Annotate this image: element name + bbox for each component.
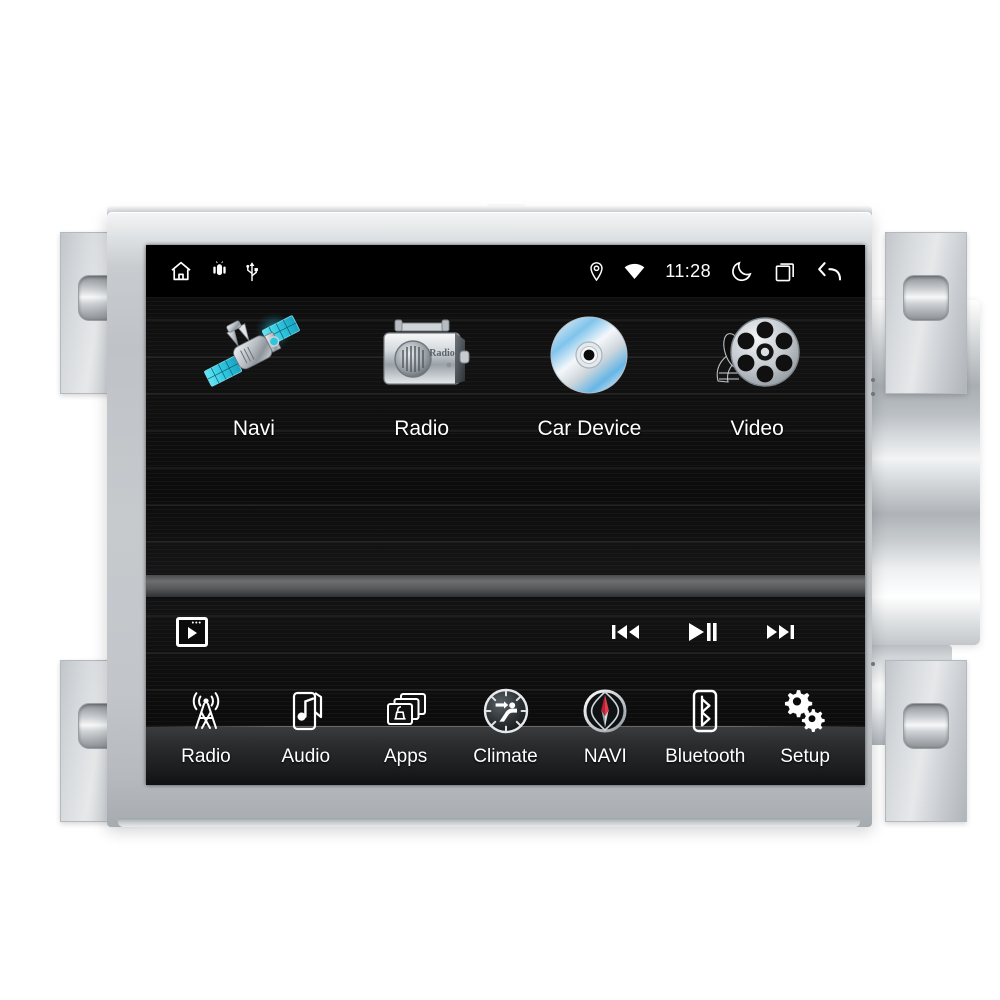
radio-tower-icon xyxy=(183,682,229,740)
back-arrow-icon[interactable] xyxy=(817,259,843,283)
dock-item-apps[interactable]: Apps xyxy=(356,682,456,768)
dock-item-navi[interactable]: NAVI xyxy=(555,682,655,768)
stacked-cards-icon xyxy=(382,682,430,740)
film-reel-icon xyxy=(705,307,809,403)
bottom-dock: Radio Audio Apps Climate NAVI Bluetooth … xyxy=(146,665,865,785)
dock-item-audio[interactable]: Audio xyxy=(256,682,356,768)
app-tile-radio[interactable]: Radio Radio xyxy=(347,307,497,441)
bezel-screw xyxy=(871,378,875,382)
app-tile-video[interactable]: Video xyxy=(682,307,832,441)
bezel-screw xyxy=(871,662,875,666)
radio-receiver-icon: Radio xyxy=(369,307,475,403)
bracket-hole-icon xyxy=(903,703,949,749)
moon-icon[interactable] xyxy=(731,259,754,283)
android-icon xyxy=(212,261,227,281)
media-bar: ••• xyxy=(146,575,865,667)
media-transport-controls xyxy=(611,620,835,644)
bezel-bottom-lip xyxy=(118,818,860,827)
dock-item-radio[interactable]: Radio xyxy=(156,682,256,768)
app-label: Car Device xyxy=(537,417,642,440)
app-tile-car-device[interactable]: Car Device xyxy=(514,307,664,441)
previous-track-button[interactable] xyxy=(611,621,641,643)
status-bar: 11:28 xyxy=(146,245,865,297)
mounting-bracket-bottom-right xyxy=(885,660,967,822)
wifi-icon xyxy=(624,263,645,280)
usb-icon xyxy=(245,261,259,282)
mounting-bracket-top-right xyxy=(885,232,967,394)
satellite-icon xyxy=(200,307,308,403)
phone-music-note-icon xyxy=(284,682,328,740)
compass-icon xyxy=(582,682,628,740)
next-track-button[interactable] xyxy=(765,621,795,643)
dock-item-climate[interactable]: Climate xyxy=(456,682,556,768)
dock-label: Audio xyxy=(281,746,331,767)
product-photo-stage: 11:28 Navi Radio Radio Car Device Video … xyxy=(0,0,1000,1000)
app-tile-navi[interactable]: Navi xyxy=(179,307,329,441)
recents-icon[interactable] xyxy=(774,260,797,283)
app-label: Navi xyxy=(232,417,275,440)
dock-label: Climate xyxy=(473,746,538,767)
touchscreen-display[interactable]: 11:28 Navi Radio Radio Car Device Video … xyxy=(146,245,865,785)
app-label: Radio xyxy=(394,417,450,440)
bluetooth-icon xyxy=(688,682,722,740)
bracket-hole-icon xyxy=(903,275,949,321)
cd-disc-icon xyxy=(540,307,638,403)
app-grid: Navi Radio Radio Car Device Video xyxy=(146,307,865,441)
dock-item-setup[interactable]: Setup xyxy=(755,682,855,768)
bezel-screw xyxy=(871,392,875,396)
svg-text:Radio: Radio xyxy=(429,348,455,359)
dock-label: Setup xyxy=(780,746,830,767)
dock-label: NAVI xyxy=(583,746,627,767)
dock-label: Apps xyxy=(383,746,428,767)
app-label: Video xyxy=(730,417,784,440)
home-icon[interactable] xyxy=(168,259,194,283)
location-pin-icon xyxy=(589,261,604,281)
media-rail xyxy=(146,575,865,597)
video-window-play-icon[interactable]: ••• xyxy=(176,617,208,647)
dock-label: Bluetooth xyxy=(665,746,746,767)
dock-label: Radio xyxy=(181,746,231,767)
gears-icon xyxy=(780,682,830,740)
play-pause-button[interactable] xyxy=(687,620,719,644)
dock-item-bluetooth[interactable]: Bluetooth xyxy=(655,682,755,768)
status-bar-clock: 11:28 xyxy=(665,260,711,281)
climate-seat-airflow-icon xyxy=(482,682,530,740)
